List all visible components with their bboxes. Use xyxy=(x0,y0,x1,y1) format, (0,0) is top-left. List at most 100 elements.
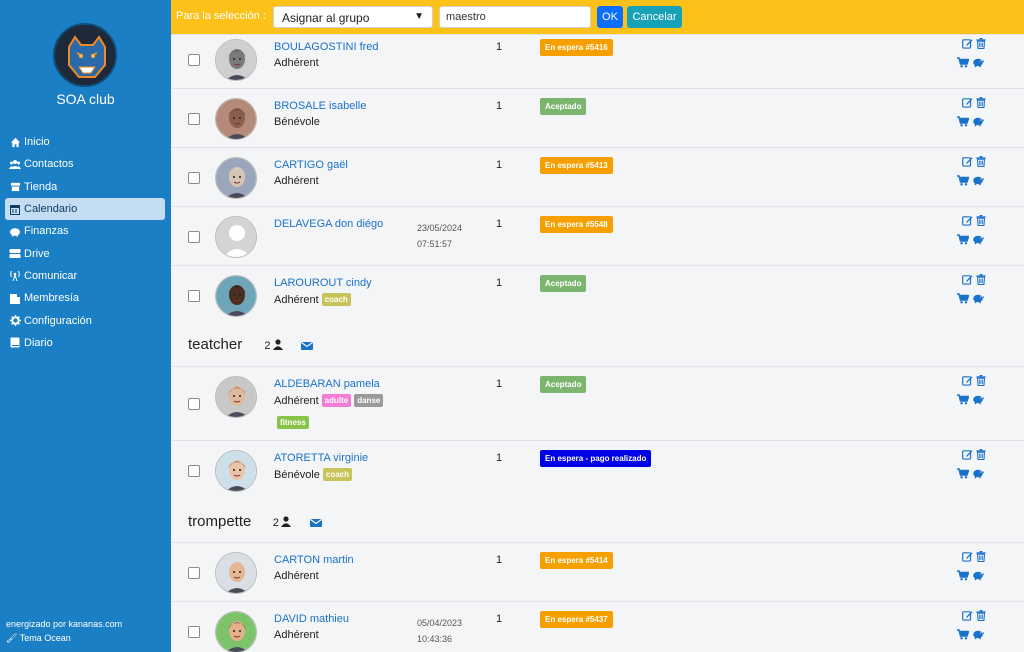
selection-label: Para la selección : xyxy=(176,10,266,22)
nav-item-contactos[interactable]: Contactos xyxy=(5,153,165,175)
member-name-link[interactable]: LAROUROUT cindy xyxy=(274,277,372,289)
nav-item-finanzas[interactable]: Finanzas xyxy=(5,220,165,242)
piggy-bank-icon[interactable] xyxy=(972,292,984,304)
member-avatar[interactable] xyxy=(215,98,257,140)
member-name-link[interactable]: ATORETTA virginie xyxy=(274,452,368,464)
trash-icon[interactable] xyxy=(975,550,987,562)
piggy-bank-icon[interactable] xyxy=(972,393,984,405)
piggy-bank-icon[interactable] xyxy=(972,56,984,68)
member-count: 1 xyxy=(496,41,503,53)
member-name-link[interactable]: BROSALE isabelle xyxy=(274,100,366,112)
nav-item-inicio[interactable]: Inicio xyxy=(5,131,165,153)
member-role-text: Adhérent xyxy=(274,570,319,582)
piggy-bank-icon[interactable] xyxy=(972,233,984,245)
member-role: Adhérent xyxy=(274,175,319,187)
trash-icon[interactable] xyxy=(975,37,987,49)
cart-icon[interactable] xyxy=(957,628,969,640)
trash-icon[interactable] xyxy=(975,155,987,167)
gear-icon xyxy=(9,315,21,327)
member-name-link[interactable]: CARTIGO gaël xyxy=(274,159,348,171)
mail-group-icon[interactable] xyxy=(309,517,322,529)
cart-icon[interactable] xyxy=(957,115,969,127)
cart-icon[interactable] xyxy=(957,467,969,479)
nav-item-membresia[interactable]: Membresía xyxy=(5,287,165,309)
edit-icon[interactable] xyxy=(961,448,973,460)
nav-item-diario[interactable]: Diario xyxy=(5,332,165,354)
cancel-button[interactable]: Cancelar xyxy=(627,6,682,28)
select-checkbox[interactable] xyxy=(188,113,200,125)
member-name-link[interactable]: DAVID mathieu xyxy=(274,613,349,625)
powered-by-link[interactable]: energizado por kananas.com xyxy=(6,617,122,631)
member-name-link[interactable]: ALDEBARAN pamela xyxy=(274,378,380,390)
member-avatar[interactable] xyxy=(215,157,257,199)
member-name-link[interactable]: BOULAGOSTINI fred xyxy=(274,41,379,53)
group-name-input[interactable]: maestro xyxy=(439,6,591,28)
member-avatar[interactable] xyxy=(215,216,257,258)
edit-icon[interactable] xyxy=(961,96,973,108)
nav-item-drive[interactable]: Drive xyxy=(5,242,165,264)
piggy-bank-icon[interactable] xyxy=(972,174,984,186)
trash-icon[interactable] xyxy=(975,609,987,621)
cart-icon[interactable] xyxy=(957,292,969,304)
nav-item-calendario[interactable]: Calendario xyxy=(5,197,165,221)
action-select[interactable]: Asignar al grupo ▼ xyxy=(273,6,433,28)
trash-icon[interactable] xyxy=(975,214,987,226)
edit-icon[interactable] xyxy=(961,273,973,285)
sidebar-footer: energizado por kananas.com 🖌 Tema Ocean xyxy=(6,617,122,645)
select-checkbox[interactable] xyxy=(188,290,200,302)
member-avatar[interactable] xyxy=(215,552,257,594)
select-checkbox[interactable] xyxy=(188,465,200,477)
status-badge: En espera - pago realizado xyxy=(540,450,652,467)
select-checkbox[interactable] xyxy=(188,398,200,410)
member-tag: danse xyxy=(354,394,384,407)
member-avatar[interactable] xyxy=(215,376,257,418)
trash-icon[interactable] xyxy=(975,374,987,386)
nav-item-comunicar[interactable]: Comunicar xyxy=(5,265,165,287)
edit-icon[interactable] xyxy=(961,37,973,49)
member-role: Adhérent xyxy=(274,570,319,582)
member-count: 1 xyxy=(496,218,503,230)
piggy-bank-icon[interactable] xyxy=(972,115,984,127)
trash-icon[interactable] xyxy=(975,448,987,460)
paint-roller-icon: 🖌 xyxy=(6,633,18,643)
select-checkbox[interactable] xyxy=(188,567,200,579)
drive-icon xyxy=(9,248,21,260)
cart-icon[interactable] xyxy=(957,233,969,245)
piggy-bank-icon[interactable] xyxy=(972,569,984,581)
edit-icon[interactable] xyxy=(961,214,973,226)
member-role: Adhérent adulte danse xyxy=(274,394,384,407)
trash-icon[interactable] xyxy=(975,96,987,108)
member-avatar[interactable] xyxy=(215,275,257,317)
member-role-text: Adhérent xyxy=(274,175,319,187)
home-icon xyxy=(9,136,21,148)
member-avatar[interactable] xyxy=(215,450,257,492)
select-checkbox[interactable] xyxy=(188,172,200,184)
member-row: CARTIGO gaël Adhérent 1 En espera #5413 xyxy=(171,147,1024,206)
member-avatar[interactable] xyxy=(215,39,257,81)
cart-icon[interactable] xyxy=(957,569,969,581)
theme-selector[interactable]: 🖌 Tema Ocean xyxy=(6,631,122,645)
edit-icon[interactable] xyxy=(961,374,973,386)
nav-item-tienda[interactable]: Tienda xyxy=(5,176,165,198)
select-checkbox[interactable] xyxy=(188,626,200,638)
cart-icon[interactable] xyxy=(957,56,969,68)
edit-icon[interactable] xyxy=(961,155,973,167)
mail-group-icon[interactable] xyxy=(301,340,314,352)
member-count: 1 xyxy=(496,277,503,289)
edit-icon[interactable] xyxy=(961,609,973,621)
select-checkbox[interactable] xyxy=(188,231,200,243)
group-count-value: 2 xyxy=(272,517,279,529)
cart-icon[interactable] xyxy=(957,393,969,405)
trash-icon[interactable] xyxy=(975,273,987,285)
member-name-link[interactable]: CARTON martin xyxy=(274,554,354,566)
ok-button[interactable]: OK xyxy=(597,6,623,28)
member-name-link[interactable]: DELAVEGA don diégo xyxy=(274,218,383,230)
cart-icon[interactable] xyxy=(957,174,969,186)
select-checkbox[interactable] xyxy=(188,54,200,66)
piggy-bank-icon[interactable] xyxy=(972,467,984,479)
edit-icon[interactable] xyxy=(961,550,973,562)
piggy-bank-icon[interactable] xyxy=(972,628,984,640)
nav-item-configuracion[interactable]: Configuración xyxy=(5,309,165,331)
group-header: trompette 2 xyxy=(171,502,1024,542)
member-avatar[interactable] xyxy=(215,611,257,652)
